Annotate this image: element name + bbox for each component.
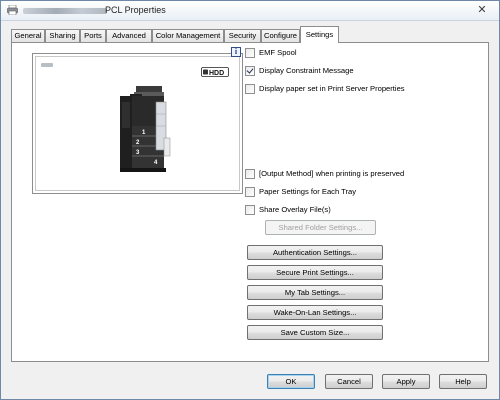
checkbox-box[interactable]	[245, 169, 255, 179]
tab-sharing[interactable]: Sharing	[45, 29, 80, 42]
title-bar[interactable]: PCL Properties ✕	[1, 1, 499, 21]
checkbox-box[interactable]	[245, 66, 255, 76]
info-icon[interactable]: i	[231, 47, 241, 57]
tab-label: Sharing	[49, 31, 76, 40]
authentication-settings-button[interactable]: Authentication Settings...	[247, 245, 383, 260]
printer-preview-box: HDD 1 2 3 4	[32, 53, 243, 194]
printer-properties-window: PCL Properties ✕ General Sharing Ports A…	[0, 0, 500, 400]
tab-label: General	[14, 31, 42, 40]
tab-label: Security	[228, 31, 257, 40]
hdd-icon: HDD	[201, 67, 229, 77]
checkbox-label: Display paper set in Print Server Proper…	[259, 84, 405, 93]
tab-label: Color Management	[155, 31, 221, 40]
brand-logo	[41, 63, 53, 67]
my-tab-settings-button[interactable]: My Tab Settings...	[247, 285, 383, 300]
checkbox-box[interactable]	[245, 84, 255, 94]
window-title: PCL Properties	[105, 5, 166, 15]
tab-label: Ports	[84, 31, 102, 40]
tab-advanced[interactable]: Advanced	[106, 29, 152, 42]
checkbox-box[interactable]	[245, 187, 255, 197]
close-button[interactable]: ✕	[475, 4, 489, 17]
settings-tab-panel: HDD 1 2 3 4 i EMF Spool Display Constrai…	[11, 42, 489, 362]
tab-security[interactable]: Security	[224, 29, 261, 42]
printer-icon	[7, 5, 18, 15]
apply-button[interactable]: Apply	[382, 374, 430, 389]
help-button[interactable]: Help	[439, 374, 487, 389]
checkbox-label: Display Constraint Message	[259, 66, 354, 75]
printer-image: 1 2 3 4	[120, 86, 171, 172]
save-custom-size-button[interactable]: Save Custom Size...	[247, 325, 383, 340]
tab-ports[interactable]: Ports	[80, 29, 106, 42]
wake-on-lan-settings-button[interactable]: Wake-On-Lan Settings...	[247, 305, 383, 320]
tab-general[interactable]: General	[11, 29, 45, 42]
checkbox-box[interactable]	[245, 48, 255, 58]
tab-configure[interactable]: Configure	[261, 29, 300, 42]
checkbox-box[interactable]	[245, 205, 255, 215]
checkbox-label: [Output Method] when printing is preserv…	[259, 169, 405, 178]
checkbox-label: Share Overlay File(s)	[259, 205, 331, 214]
cancel-button[interactable]: Cancel	[325, 374, 373, 389]
hdd-label: HDD	[209, 70, 224, 77]
ok-button[interactable]: OK	[267, 374, 315, 389]
tab-label: Advanced	[112, 31, 146, 40]
tab-color-management[interactable]: Color Management	[152, 29, 224, 42]
title-model-name-redacted	[23, 8, 107, 14]
secure-print-settings-button[interactable]: Secure Print Settings...	[247, 265, 383, 280]
checkbox-label: EMF Spool	[259, 48, 297, 57]
tab-label: Settings	[305, 30, 334, 39]
tab-label: Configure	[264, 31, 297, 40]
shared-folder-settings-button[interactable]: Shared Folder Settings...	[265, 220, 376, 235]
close-icon: ✕	[477, 4, 487, 16]
checkbox-label: Paper Settings for Each Tray	[259, 187, 357, 196]
tab-settings[interactable]: Settings	[300, 26, 339, 43]
preview-frame: HDD 1 2 3 4	[35, 56, 240, 191]
